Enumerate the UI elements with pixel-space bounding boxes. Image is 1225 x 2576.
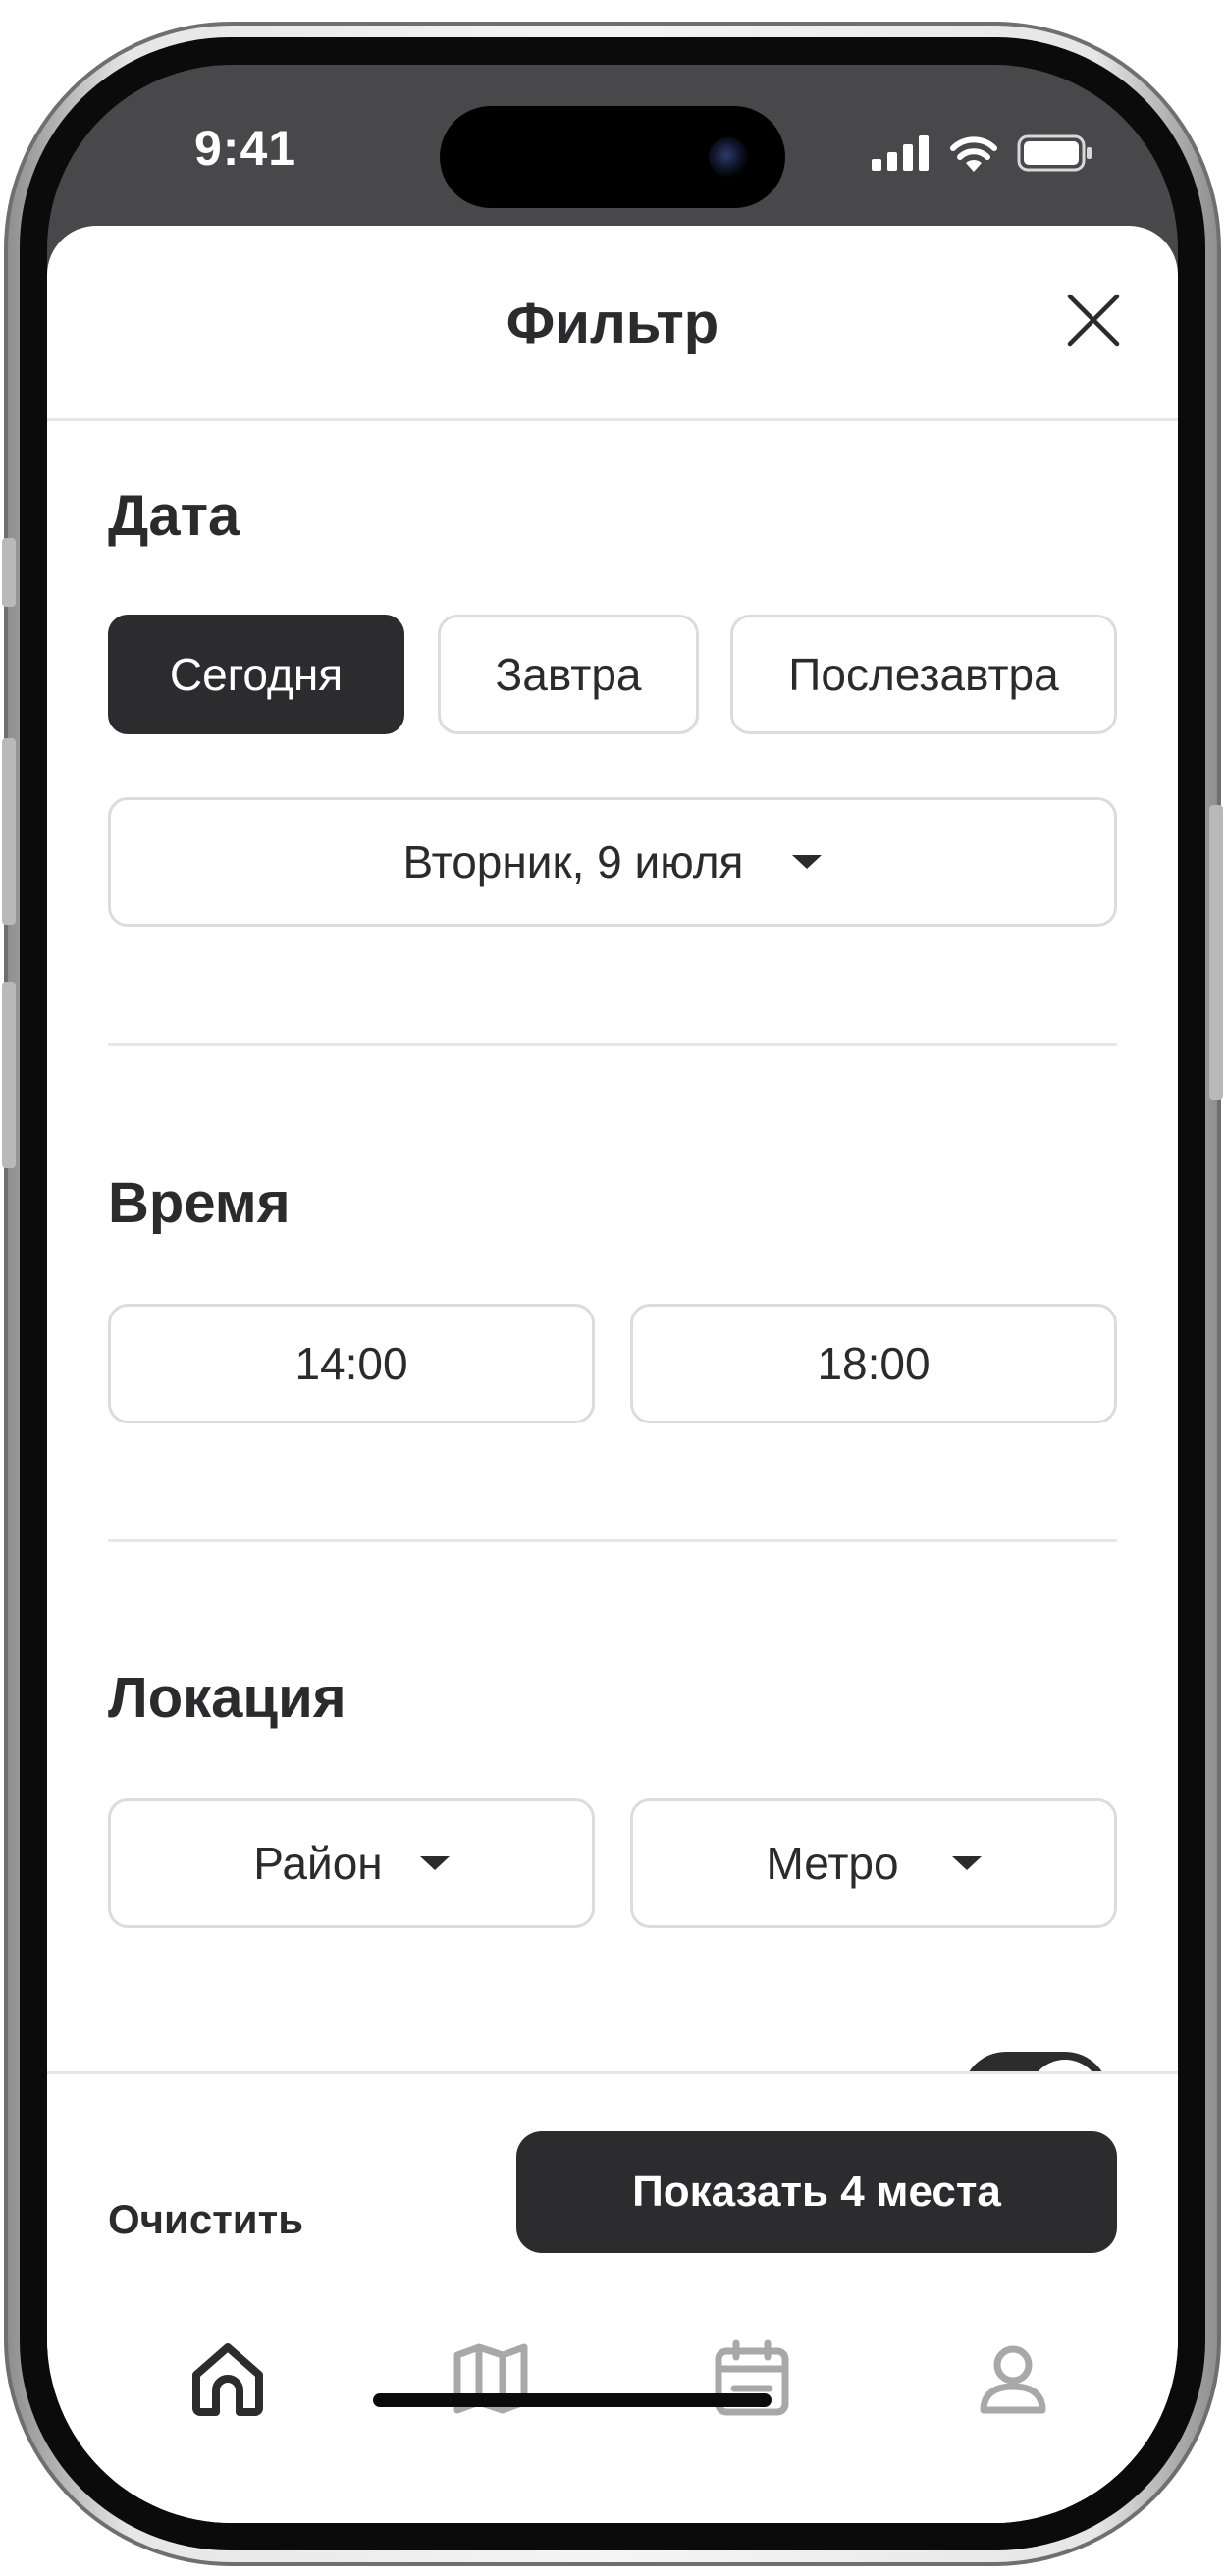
volume-down-button — [2, 982, 16, 1168]
chip-today-label: Сегодня — [169, 649, 344, 700]
screen: 9:41 Фильтр Дата Сегодня Завтра Послезав… — [47, 65, 1178, 2523]
home-icon — [192, 2343, 263, 2416]
front-camera — [709, 137, 748, 177]
date-section-title: Дата — [108, 484, 240, 548]
sheet-title: Фильтр — [506, 292, 719, 355]
power-button — [1209, 805, 1223, 1100]
tab-map[interactable] — [432, 2320, 550, 2438]
location-section-title: Локация — [108, 1666, 346, 1730]
dynamic-island — [440, 106, 785, 208]
close-button[interactable] — [1062, 289, 1125, 351]
metro-select[interactable]: Метро — [630, 1798, 1117, 1928]
metro-select-label: Метро — [766, 1838, 899, 1889]
district-select-label: Район — [253, 1838, 383, 1889]
show-results-button[interactable]: Показать 4 места — [516, 2131, 1117, 2253]
chevron-down-icon — [419, 1856, 450, 1870]
time-from-input[interactable]: 14:00 — [108, 1304, 595, 1423]
sheet-header: Фильтр — [47, 226, 1178, 421]
calendar-icon — [715, 2339, 789, 2416]
date-select[interactable]: Вторник, 9 июля — [108, 797, 1117, 927]
divider — [108, 1043, 1117, 1046]
close-icon — [1067, 294, 1120, 347]
time-section-title: Время — [108, 1171, 291, 1235]
divider — [108, 1539, 1117, 1542]
volume-up-button — [2, 738, 16, 925]
tab-calendar[interactable] — [693, 2320, 811, 2438]
time-to-input[interactable]: 18:00 — [630, 1304, 1117, 1423]
status-bar: 9:41 — [47, 65, 1178, 222]
chevron-down-icon — [792, 855, 823, 869]
filter-sheet: Фильтр Дата Сегодня Завтра Послезавтра В… — [47, 226, 1178, 2523]
status-icons — [872, 132, 1093, 175]
status-time: 9:41 — [194, 121, 297, 176]
action-button — [2, 538, 16, 607]
district-select[interactable]: Район — [108, 1798, 595, 1928]
date-select-value: Вторник, 9 июля — [402, 836, 744, 887]
cellular-signal-icon — [872, 135, 929, 171]
time-to-value: 18:00 — [817, 1338, 931, 1389]
chip-tomorrow[interactable]: Завтра — [438, 615, 699, 734]
chip-tomorrow-label: Завтра — [495, 649, 642, 700]
map-icon — [453, 2343, 528, 2414]
show-results-label: Показать 4 места — [632, 2168, 1001, 2216]
chip-day-after-tomorrow[interactable]: Послезавтра — [730, 615, 1117, 734]
bottom-bar: Очистить Показать 4 места — [47, 2071, 1178, 2523]
profile-icon — [980, 2345, 1046, 2414]
chevron-down-icon — [951, 1856, 982, 1870]
time-from-value: 14:00 — [294, 1338, 408, 1389]
battery-icon — [1017, 134, 1092, 172]
wifi-icon — [950, 136, 997, 172]
home-indicator — [373, 2393, 772, 2407]
chip-today[interactable]: Сегодня — [108, 615, 404, 734]
tab-profile[interactable] — [954, 2320, 1072, 2438]
clear-button[interactable]: Очистить — [108, 2196, 303, 2243]
tab-home[interactable] — [169, 2320, 287, 2438]
chip-day-after-tomorrow-label: Послезавтра — [788, 649, 1059, 700]
